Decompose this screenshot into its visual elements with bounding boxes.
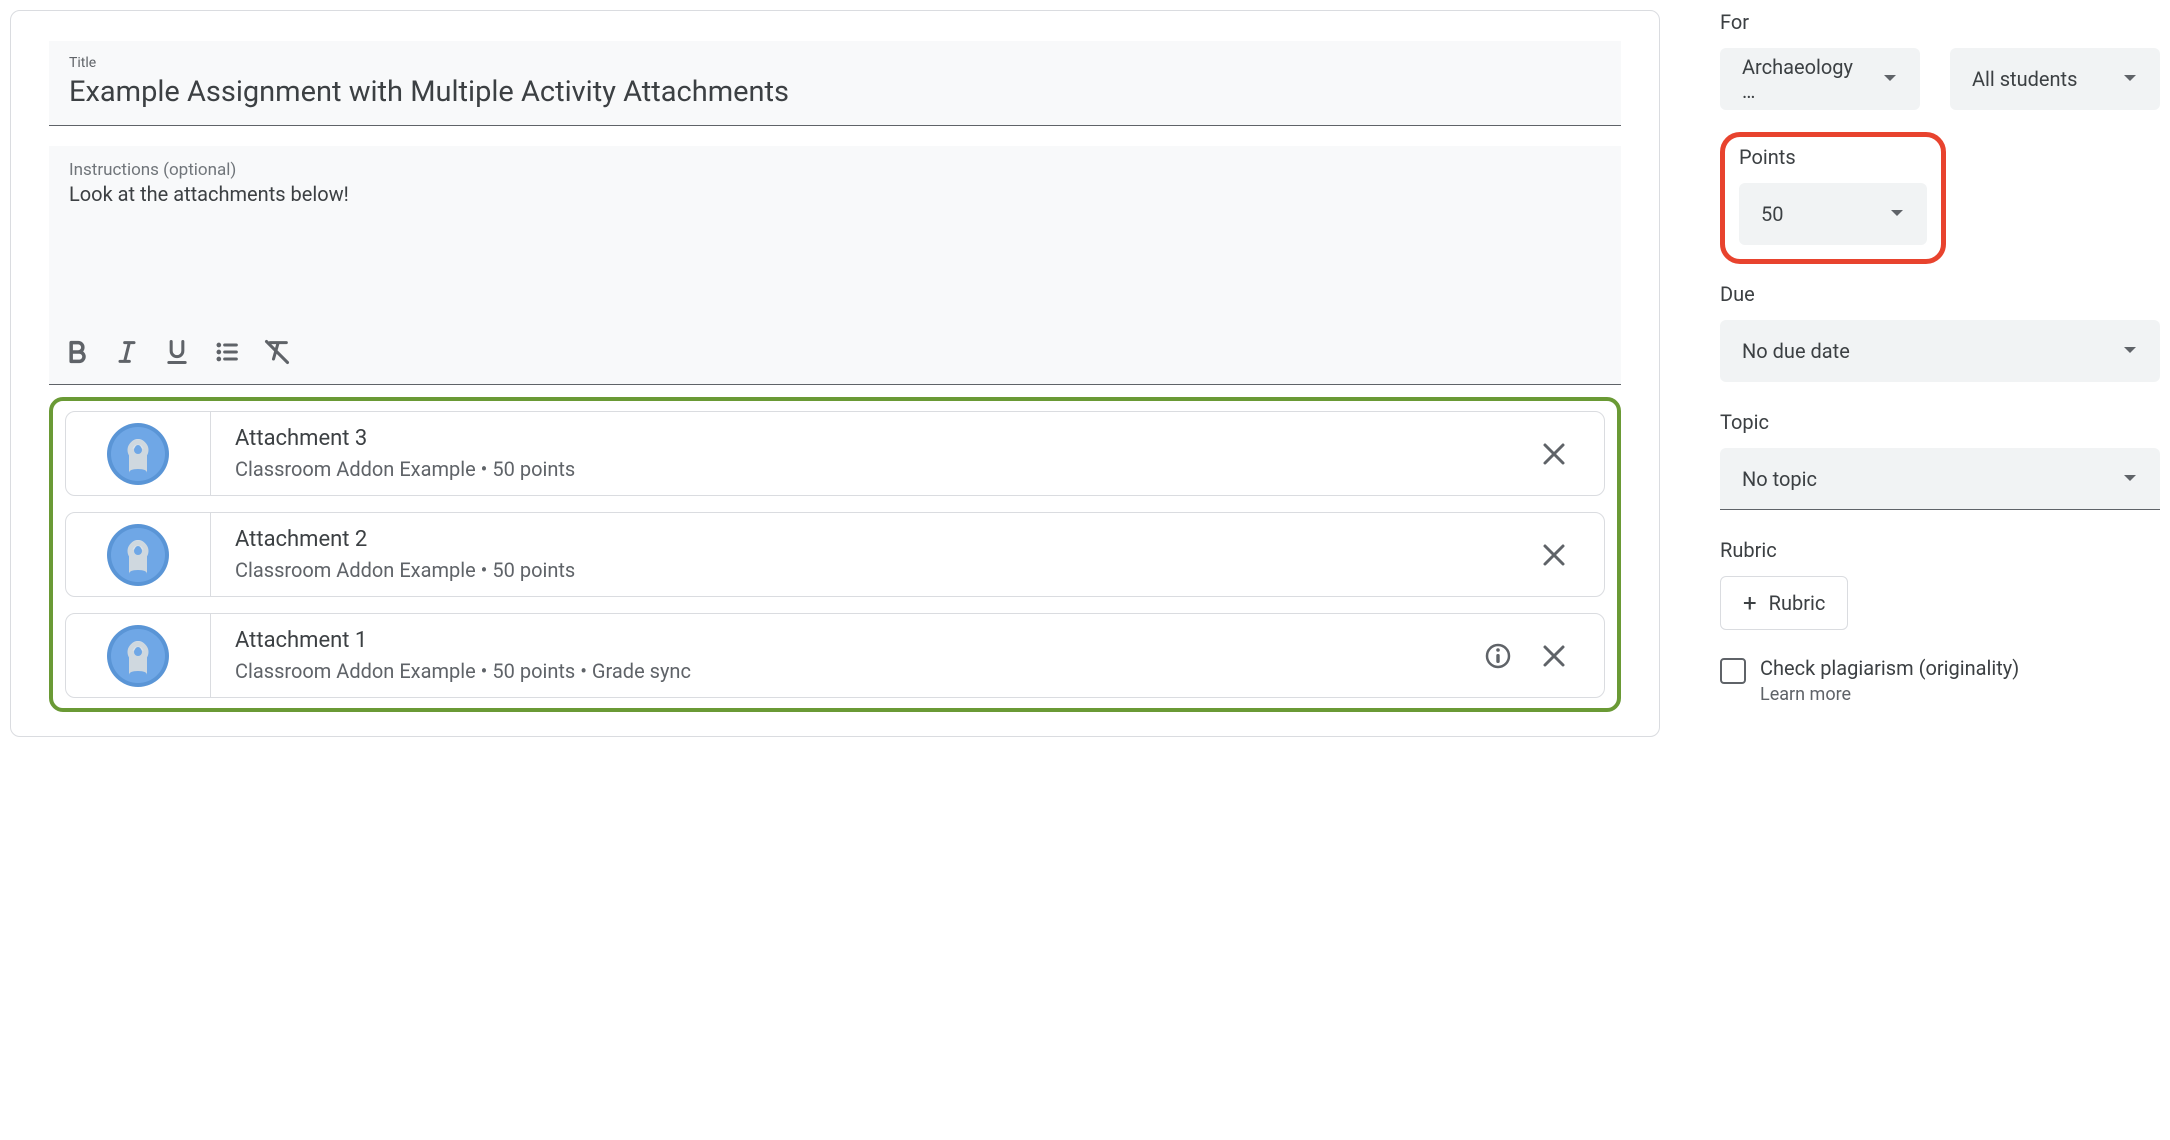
rubric-section: Rubric + Rubric <box>1720 538 2160 630</box>
format-toolbar <box>49 322 1621 385</box>
due-date-value: No due date <box>1742 339 1850 363</box>
instructions-field[interactable]: Instructions (optional) Look at the atta… <box>49 146 1621 385</box>
topic-section: Topic No topic <box>1720 410 2160 510</box>
bullet-list-button[interactable] <box>207 332 247 372</box>
plus-icon: + <box>1743 591 1757 615</box>
rubric-button-label: Rubric <box>1769 591 1826 615</box>
attachment-title: Attachment 1 <box>235 628 1448 653</box>
students-select[interactable]: All students <box>1950 48 2160 110</box>
due-section: Due No due date <box>1720 282 2160 382</box>
remove-attachment-button[interactable] <box>1528 428 1580 480</box>
class-select-value: Archaeology … <box>1742 55 1862 103</box>
attachment-subtitle: Classroom Addon Example • 50 points • Gr… <box>235 659 1448 683</box>
bold-button[interactable] <box>57 332 97 372</box>
chevron-down-icon <box>1869 206 1905 222</box>
class-select[interactable]: Archaeology … <box>1720 48 1920 110</box>
assignment-sidebar: For Archaeology … All students Points 50… <box>1720 10 2160 737</box>
for-label: For <box>1720 10 2160 34</box>
instructions-value[interactable]: Look at the attachments below! <box>69 182 1601 312</box>
plagiarism-label: Check plagiarism (originality) <box>1760 656 2019 680</box>
topic-value: No topic <box>1742 467 1817 491</box>
rubric-label: Rubric <box>1720 538 2160 562</box>
add-rubric-button[interactable]: + Rubric <box>1720 576 1848 630</box>
underline-button[interactable] <box>157 332 197 372</box>
points-value: 50 <box>1761 202 1783 226</box>
title-label: Title <box>69 55 1601 71</box>
remove-attachment-button[interactable] <box>1528 630 1580 682</box>
attachment-icon <box>66 412 211 495</box>
attachment-title: Attachment 3 <box>235 426 1504 451</box>
italic-button[interactable] <box>107 332 147 372</box>
chevron-down-icon <box>2102 343 2138 359</box>
attachment-title: Attachment 2 <box>235 527 1504 552</box>
attachment-icon <box>66 614 211 697</box>
title-field[interactable]: Title Example Assignment with Multiple A… <box>49 41 1621 126</box>
attachment-row[interactable]: Attachment 3 Classroom Addon Example • 5… <box>65 411 1605 496</box>
due-label: Due <box>1720 282 2160 306</box>
remove-attachment-button[interactable] <box>1528 529 1580 581</box>
attachment-subtitle: Classroom Addon Example • 50 points <box>235 457 1504 481</box>
chevron-down-icon <box>1862 71 1898 87</box>
attachment-row[interactable]: Attachment 1 Classroom Addon Example • 5… <box>65 613 1605 698</box>
clear-formatting-button[interactable] <box>257 332 297 372</box>
attachment-subtitle: Classroom Addon Example • 50 points <box>235 558 1504 582</box>
chevron-down-icon <box>2102 71 2138 87</box>
topic-label: Topic <box>1720 410 2160 434</box>
attachments-highlight-box: Attachment 3 Classroom Addon Example • 5… <box>49 397 1621 712</box>
for-section: For Archaeology … All students <box>1720 10 2160 110</box>
instructions-label: Instructions (optional) <box>69 160 1601 180</box>
assignment-editor-card: Title Example Assignment with Multiple A… <box>10 10 1660 737</box>
points-highlight-box: Points 50 <box>1720 132 1946 264</box>
students-select-value: All students <box>1972 67 2077 91</box>
learn-more-link[interactable]: Learn more <box>1760 684 2019 705</box>
plagiarism-row: Check plagiarism (originality) Learn mor… <box>1720 656 2160 705</box>
attachment-info-button[interactable] <box>1472 630 1524 682</box>
topic-select[interactable]: No topic <box>1720 448 2160 510</box>
attachment-icon <box>66 513 211 596</box>
due-date-select[interactable]: No due date <box>1720 320 2160 382</box>
points-select[interactable]: 50 <box>1739 183 1927 245</box>
plagiarism-checkbox[interactable] <box>1720 658 1746 684</box>
attachment-row[interactable]: Attachment 2 Classroom Addon Example • 5… <box>65 512 1605 597</box>
title-value[interactable]: Example Assignment with Multiple Activit… <box>69 75 1601 109</box>
points-label: Points <box>1739 145 1927 169</box>
chevron-down-icon <box>2102 471 2138 487</box>
